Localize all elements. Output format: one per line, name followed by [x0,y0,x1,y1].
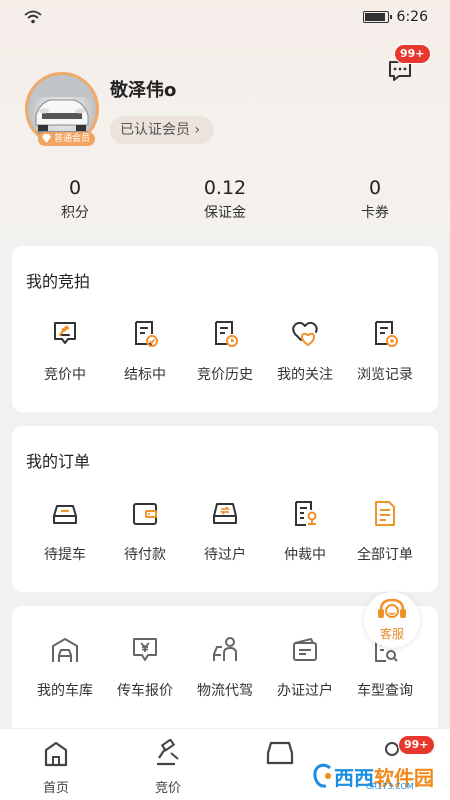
order-item-all[interactable]: 全部订单 [345,498,425,564]
transfer-car-icon [213,503,237,524]
auction-item-history[interactable]: 竞价历史 [185,318,265,384]
heart-follow-icon [292,321,318,347]
stat-label: 卡券 [361,205,389,221]
wifi-icon [24,10,42,24]
stat-label: 保证金 [204,205,246,221]
watermark-logo: 西西软件园 CR173.COM [306,758,446,794]
status-time: 6:26 [396,9,428,25]
service-item-quote[interactable]: 传车报价 [105,634,185,700]
car-icon [53,505,77,524]
tab-label: 首页 [42,781,69,796]
stat-label: 积分 [61,205,89,221]
driver-icon [213,637,237,661]
doc-check-icon [135,321,158,347]
orders-card: 我的订单 待提车 待付款 待过户 仲裁中 全部订单 [12,426,438,592]
wallet-icon [133,503,157,525]
stat-value: 0 [368,177,382,199]
home-icon [44,741,68,767]
customer-service-label: 客服 [379,627,404,641]
auction-icon [157,738,179,766]
stat-coupons[interactable]: 0 卡券 [325,176,425,222]
vip-tag: 普通会员 [38,132,96,146]
auction-card: 我的竞拍 竞价中 结标中 竞价历史 我的关注 浏览记录 [12,246,438,412]
browse-record-icon [375,321,398,347]
auction-item-label: 结标中 [124,367,166,383]
headset-icon [378,598,406,618]
order-item-label: 仲裁中 [284,547,326,563]
service-item-license[interactable]: 办证过户 [265,634,345,700]
stat-value: 0.12 [203,177,247,199]
tab-home[interactable]: 首页 [0,729,112,800]
watermark-icon [313,763,331,788]
vip-tag-label: 普通会员 [54,134,91,144]
order-item-transfer[interactable]: 待过户 [185,498,265,564]
auction-item-label: 竞价历史 [197,367,253,383]
order-item-pickup[interactable]: 待提车 [25,498,105,564]
message-badge: 99+ [394,44,431,64]
stat-value: 0 [68,177,82,199]
service-item-label: 物流代驾 [197,683,253,699]
garage-icon [52,638,78,662]
auction-item-browse[interactable]: 浏览记录 [345,318,425,384]
auction-item-label: 竞价中 [44,367,86,383]
member-status-button[interactable]: 已认证会员 › [110,116,215,144]
service-item-label: 传车报价 [117,683,173,699]
customer-service-button[interactable]: 客服 [364,592,420,648]
auction-item-label: 我的关注 [277,367,333,383]
gavel-icon [54,322,76,344]
car-tab-icon [266,741,294,765]
auction-card-title: 我的竞拍 [26,272,91,291]
order-item-label: 待过户 [204,547,246,563]
service-item-driver[interactable]: 物流代驾 [185,634,265,700]
orders-card-title: 我的订单 [26,452,91,471]
battery-icon [362,11,392,23]
auction-item-follow[interactable]: 我的关注 [265,318,345,384]
auction-item-closing[interactable]: 结标中 [105,318,185,384]
service-item-garage[interactable]: 我的车库 [25,634,105,700]
service-item-label: 办证过户 [277,683,333,699]
stat-deposit[interactable]: 0.12 保证金 [175,176,275,222]
order-item-arbitration[interactable]: 仲裁中 [265,498,345,564]
service-item-label: 我的车库 [37,683,93,699]
status-bar: 6:26 [0,0,450,34]
tab-auction[interactable]: 竞价 [112,729,224,800]
all-orders-icon [375,501,395,526]
doc-clock-icon [215,321,238,347]
license-icon [293,637,317,661]
order-item-unpaid[interactable]: 待付款 [105,498,185,564]
stat-points[interactable]: 0 积分 [25,176,125,222]
order-item-label: 待付款 [124,547,166,563]
user-name: 敬泽伟o [110,80,177,101]
order-item-label: 待提车 [44,547,86,563]
diamond-icon [42,134,51,143]
service-item-label: 车型查询 [357,683,413,699]
tab-label: 竞价 [154,781,181,796]
auction-item-bidding[interactable]: 竞价中 [25,318,105,384]
tab-badge: 99+ [398,735,435,755]
arbitration-icon [295,501,317,526]
message-button[interactable]: 99+ [386,44,431,84]
watermark-sub: CR173.COM [366,782,414,791]
price-quote-icon [133,638,157,661]
auction-item-label: 浏览记录 [357,367,413,383]
stats-row: 0 积分 0.12 保证金 0 卡券 [0,176,450,226]
order-item-label: 全部订单 [357,547,413,563]
